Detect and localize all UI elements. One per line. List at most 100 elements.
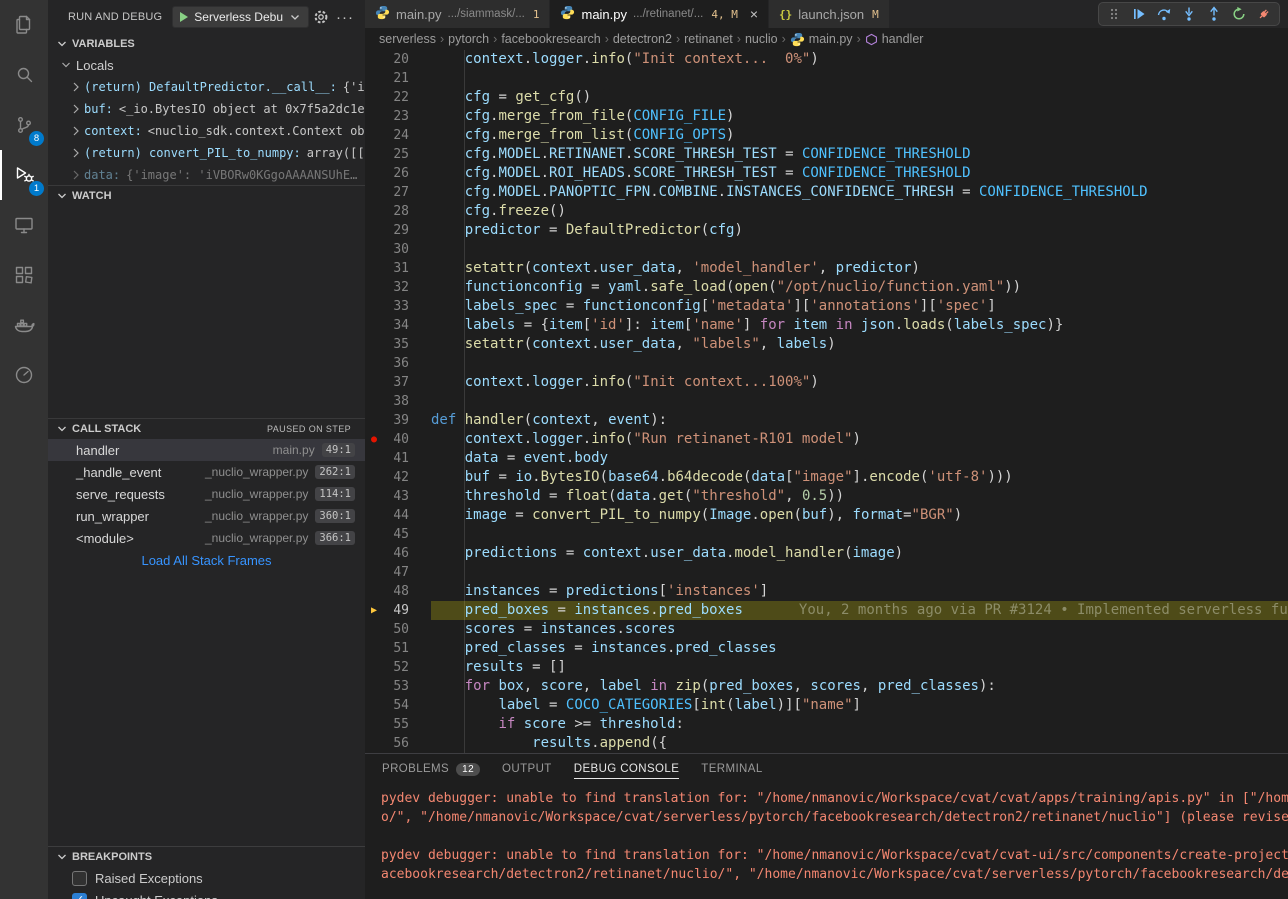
gutter[interactable] <box>365 183 383 202</box>
gutter[interactable] <box>365 525 383 544</box>
gutter[interactable] <box>365 145 383 164</box>
variable-row[interactable]: (return) DefaultPredictor.__call__:{'ins… <box>48 76 365 98</box>
gutter[interactable] <box>365 582 383 601</box>
code-line[interactable]: 20 context.logger.info("Init context... … <box>365 50 1288 69</box>
code-line[interactable]: 27 cfg.MODEL.PANOPTIC_FPN.COMBINE.INSTAN… <box>365 183 1288 202</box>
gutter[interactable] <box>365 639 383 658</box>
scope-locals[interactable]: Locals <box>48 54 365 76</box>
code-line[interactable]: 34 labels = {item['id']: item['name'] fo… <box>365 316 1288 335</box>
gutter[interactable] <box>365 221 383 240</box>
breakpoint-dot[interactable]: ● <box>365 430 383 449</box>
activity-remote-explorer-button[interactable] <box>0 200 48 250</box>
close-icon[interactable]: × <box>750 7 758 21</box>
code-line[interactable]: 26 cfg.MODEL.ROI_HEADS.SCORE_THRESH_TEST… <box>365 164 1288 183</box>
code-line[interactable]: ▶49 pred_boxes = instances.pred_boxesYou… <box>365 601 1288 620</box>
panel-tab-problems[interactable]: PROBLEMS12 <box>371 754 491 784</box>
breakpoint-row[interactable]: ✓Raised Exceptions <box>48 867 365 889</box>
stack-frame-row[interactable]: run_wrapper_nuclio_wrapper.py360:1 <box>48 505 365 527</box>
gutter[interactable] <box>365 468 383 487</box>
breakpoint-checkbox[interactable]: ✓ <box>72 871 87 886</box>
gutter[interactable] <box>365 696 383 715</box>
variable-row[interactable]: (return) convert_PIL_to_numpy:array([[[ … <box>48 142 365 164</box>
gutter[interactable] <box>365 392 383 411</box>
code-line[interactable]: 37 context.logger.info("Init context...1… <box>365 373 1288 392</box>
step-out-button[interactable] <box>1203 3 1225 25</box>
stack-frame-row[interactable]: serve_requests_nuclio_wrapper.py114:1 <box>48 483 365 505</box>
gutter[interactable] <box>365 563 383 582</box>
code-line[interactable]: 46 predictions = context.user_data.model… <box>365 544 1288 563</box>
gutter[interactable] <box>365 297 383 316</box>
gutter[interactable] <box>365 734 383 753</box>
code-line[interactable]: 29 predictor = DefaultPredictor(cfg) <box>365 221 1288 240</box>
code-line[interactable]: 41 data = event.body <box>365 449 1288 468</box>
code-line[interactable]: 22 cfg = get_cfg() <box>365 88 1288 107</box>
panel-tab-debug-console[interactable]: DEBUG CONSOLE <box>563 754 691 784</box>
gutter[interactable] <box>365 715 383 734</box>
variables-section-header[interactable]: VARIABLES <box>48 34 365 54</box>
code-line[interactable]: 47 <box>365 563 1288 582</box>
gutter[interactable] <box>365 164 383 183</box>
breadcrumb-item[interactable]: handler <box>865 32 924 46</box>
code-line[interactable]: 42 buf = io.BytesIO(base64.b64decode(dat… <box>365 468 1288 487</box>
panel-tab-terminal[interactable]: TERMINAL <box>690 754 773 784</box>
breadcrumb-item[interactable]: detectron2 <box>613 32 672 46</box>
gutter[interactable] <box>365 50 383 69</box>
load-all-stack-frames-link[interactable]: Load All Stack Frames <box>48 549 365 573</box>
code-line[interactable]: 31 setattr(context.user_data, 'model_han… <box>365 259 1288 278</box>
code-line[interactable]: 54 label = COCO_CATEGORIES[int(label)]["… <box>365 696 1288 715</box>
breadcrumb-item[interactable]: pytorch <box>448 32 489 46</box>
gutter[interactable] <box>365 658 383 677</box>
code-line[interactable]: 45 <box>365 525 1288 544</box>
gutter[interactable] <box>365 278 383 297</box>
gutter[interactable] <box>365 449 383 468</box>
gutter[interactable] <box>365 316 383 335</box>
code-line[interactable]: 33 labels_spec = functionconfig['metadat… <box>365 297 1288 316</box>
code-line[interactable]: 43 threshold = float(data.get("threshold… <box>365 487 1288 506</box>
code-line[interactable]: 21 <box>365 69 1288 88</box>
code-line[interactable]: 55 if score >= threshold: <box>365 715 1288 734</box>
breakpoint-checkbox[interactable]: ✓ <box>72 893 87 899</box>
step-over-button[interactable] <box>1153 3 1175 25</box>
code-line[interactable]: 53 for box, score, label in zip(pred_box… <box>365 677 1288 696</box>
activity-docker-button[interactable] <box>0 300 48 350</box>
activity-gauge-button[interactable] <box>0 350 48 400</box>
stack-frame-row[interactable]: _handle_event_nuclio_wrapper.py262:1 <box>48 461 365 483</box>
gutter[interactable] <box>365 240 383 259</box>
code-line[interactable]: 28 cfg.freeze() <box>365 202 1288 221</box>
editor-tab[interactable]: main.py.../siammask/...1 <box>365 0 550 28</box>
activity-run-and-debug-button[interactable]: 1 <box>0 150 48 200</box>
gutter[interactable] <box>365 69 383 88</box>
breadcrumb-item[interactable]: serverless <box>379 32 436 46</box>
code-line[interactable]: 30 <box>365 240 1288 259</box>
gutter[interactable] <box>365 677 383 696</box>
activity-extensions-button[interactable] <box>0 250 48 300</box>
code-line[interactable]: 35 setattr(context.user_data, "labels", … <box>365 335 1288 354</box>
activity-explorer-button[interactable] <box>0 0 48 50</box>
gutter[interactable] <box>365 620 383 639</box>
watch-section-header[interactable]: WATCH <box>48 186 365 206</box>
panel-tab-output[interactable]: OUTPUT <box>491 754 563 784</box>
breadcrumb-item[interactable]: retinanet <box>684 32 733 46</box>
activity-source-control-button[interactable]: 8 <box>0 100 48 150</box>
stack-frame-row[interactable]: handlermain.py49:1 <box>48 439 365 461</box>
gutter[interactable] <box>365 126 383 145</box>
breakpoints-section-header[interactable]: BREAKPOINTS <box>48 847 365 867</box>
gutter[interactable] <box>365 107 383 126</box>
code-line[interactable]: 56 results.append({ <box>365 734 1288 753</box>
current-line-arrow-icon[interactable]: ▶ <box>365 601 383 620</box>
code-line[interactable]: 25 cfg.MODEL.RETINANET.SCORE_THRESH_TEST… <box>365 145 1288 164</box>
gear-icon[interactable] <box>309 5 333 29</box>
editor-tab[interactable]: main.py.../retinanet/...4, M× <box>550 0 769 28</box>
code-line[interactable]: 48 instances = predictions['instances'] <box>365 582 1288 601</box>
gutter[interactable] <box>365 373 383 392</box>
stack-frame-row[interactable]: <module>_nuclio_wrapper.py366:1 <box>48 527 365 549</box>
gutter[interactable] <box>365 354 383 373</box>
gutter[interactable] <box>365 259 383 278</box>
breadcrumb-item[interactable]: nuclio <box>745 32 778 46</box>
more-actions-icon[interactable]: ··· <box>333 5 357 29</box>
activity-search-button[interactable] <box>0 50 48 100</box>
code-editor[interactable]: 20 context.logger.info("Init context... … <box>365 50 1288 753</box>
step-into-button[interactable] <box>1178 3 1200 25</box>
variable-row[interactable]: context:<nuclio_sdk.context.Context obje… <box>48 120 365 142</box>
gutter[interactable] <box>365 544 383 563</box>
